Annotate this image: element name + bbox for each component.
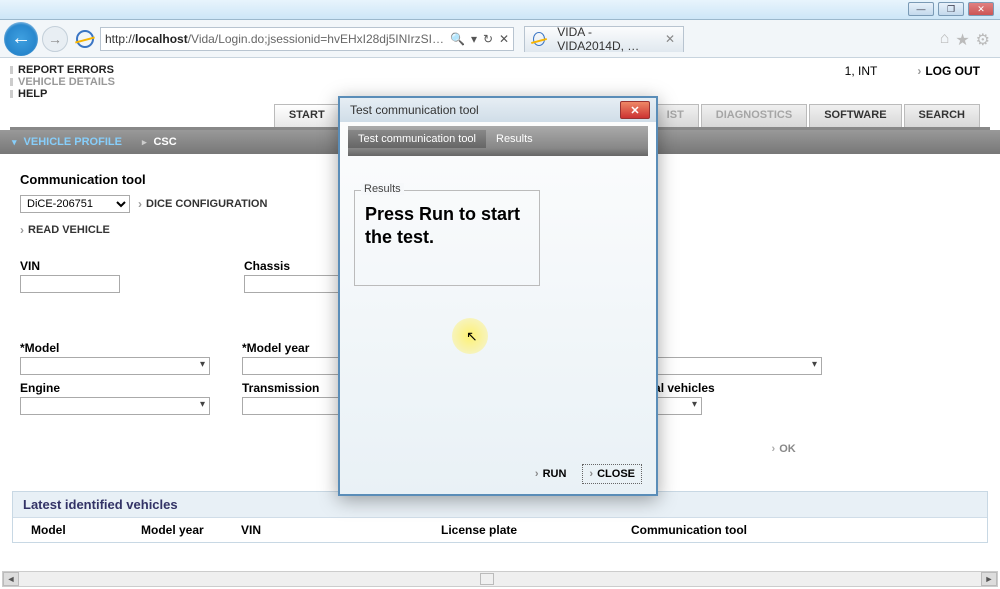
url-prefix: http:// [105, 32, 135, 46]
browser-tab[interactable]: VIDA - VIDA2014D, … ✕ [524, 26, 684, 52]
window-titlebar: — ❐ ✕ [0, 0, 1000, 20]
nav-forward-button[interactable]: → [42, 26, 68, 52]
nav-back-button[interactable]: ← [4, 22, 38, 56]
search-icon[interactable]: 🔍 [450, 32, 465, 46]
dialog-titlebar[interactable]: Test communication tool ✕ [340, 98, 656, 122]
tab-search[interactable]: SEARCH [904, 104, 980, 127]
results-box: Results Press Run to start the test. [354, 190, 540, 286]
window-maximize-button[interactable]: ❐ [938, 2, 964, 16]
scroll-right-button[interactable]: ► [981, 572, 997, 586]
address-bar[interactable]: http:// localhost /Vida/Login.do;jsessio… [100, 27, 514, 51]
label-vin: VIN [20, 259, 220, 273]
window-close-button[interactable]: ✕ [968, 2, 994, 16]
refresh-icon[interactable]: ↻ [483, 32, 493, 46]
test-comm-tool-dialog: Test communication tool ✕ Test communica… [338, 96, 658, 496]
col-model: Model [31, 523, 141, 537]
tools-icon[interactable]: ⚙ [976, 30, 990, 50]
crumb-csc[interactable]: CSC [142, 136, 177, 148]
latest-vehicles-panel: Latest identified vehicles Model Model y… [12, 491, 988, 543]
close-button[interactable]: CLOSE [582, 464, 642, 484]
browser-toolbar: ← → http:// localhost /Vida/Login.do;jse… [0, 20, 1000, 58]
url-host: localhost [135, 32, 188, 46]
model-select[interactable] [20, 357, 210, 375]
col-vin: VIN [241, 523, 441, 537]
logout-link[interactable]: LOG OUT [917, 64, 980, 78]
col-license: License plate [441, 523, 631, 537]
tab-close-icon[interactable]: ✕ [665, 32, 675, 46]
latest-columns: Model Model year VIN License plate Commu… [13, 517, 987, 542]
stop-icon[interactable]: ✕ [499, 32, 509, 46]
link-report-errors[interactable]: REPORT ERRORS [10, 64, 990, 76]
url-path: /Vida/Login.do;jsessionid=hvEHxI28dj5INI… [188, 32, 444, 46]
link-vehicle-details[interactable]: VEHICLE DETAILS [10, 76, 990, 88]
engine-select[interactable] [20, 397, 210, 415]
crumb-vehicle-profile[interactable]: VEHICLE PROFILE [12, 136, 122, 148]
run-button[interactable]: RUN [529, 464, 573, 484]
label-model: *Model [20, 341, 230, 355]
home-icon[interactable]: ⌂ [940, 30, 950, 50]
comm-tool-select[interactable]: DiCE-206751 [20, 195, 130, 213]
vin-input[interactable] [20, 275, 120, 293]
dialog-tab-test[interactable]: Test communication tool [348, 130, 486, 148]
window-minimize-button[interactable]: — [908, 2, 934, 16]
dice-configuration-link[interactable]: DICE CONFIGURATION [138, 197, 267, 211]
dialog-tab-results[interactable]: Results [486, 130, 543, 148]
horizontal-scrollbar[interactable]: ◄ ► [2, 571, 998, 587]
chassis-input[interactable] [244, 275, 344, 293]
tab-list[interactable]: IST [652, 104, 699, 127]
user-info: 1, INT [845, 64, 878, 78]
ie-icon [76, 30, 94, 48]
dialog-title: Test communication tool [350, 103, 479, 117]
results-label: Results [361, 183, 404, 195]
tab-start[interactable]: START [274, 104, 340, 127]
scroll-left-button[interactable]: ◄ [3, 572, 19, 586]
results-message: Press Run to start the test. [365, 203, 529, 248]
dialog-close-button[interactable]: ✕ [620, 101, 650, 119]
read-vehicle-link[interactable]: READ VEHICLE [20, 223, 110, 237]
label-engine: Engine [20, 381, 230, 395]
col-comm-tool: Communication tool [631, 523, 969, 537]
favorites-icon[interactable]: ★ [955, 30, 969, 50]
col-model-year: Model year [141, 523, 241, 537]
tab-title: VIDA - VIDA2014D, … [557, 25, 659, 53]
action-ok[interactable]: OK [772, 443, 796, 455]
tab-software[interactable]: SOFTWARE [809, 104, 901, 127]
scroll-thumb[interactable] [480, 573, 494, 585]
dropdown-icon[interactable]: ▾ [471, 32, 477, 46]
ie-icon [533, 32, 545, 46]
tab-diagnostics[interactable]: DIAGNOSTICS [701, 104, 807, 127]
